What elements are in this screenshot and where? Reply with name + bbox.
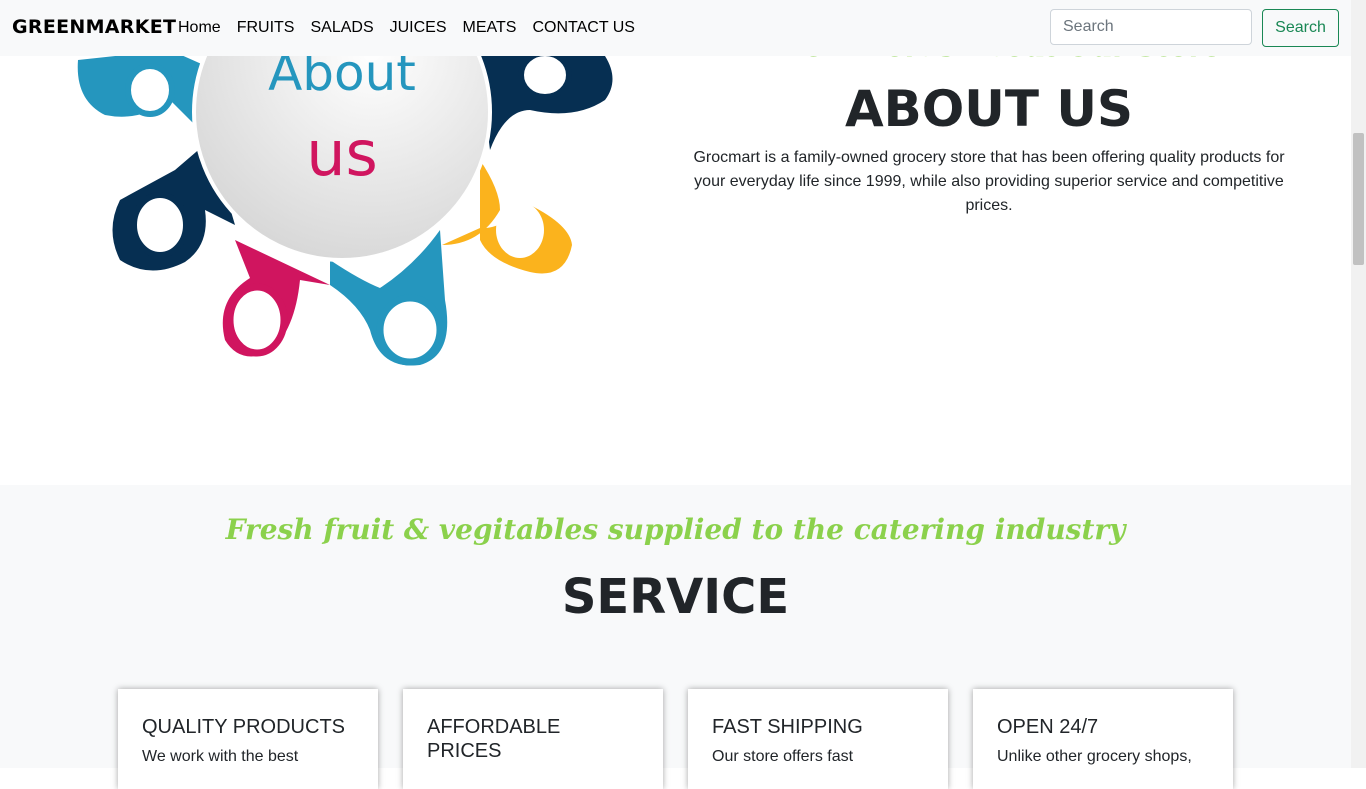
card-title: AFFORDABLE PRICES bbox=[427, 716, 561, 762]
card-text: We work with the best bbox=[142, 748, 299, 765]
search-input[interactable] bbox=[1050, 9, 1252, 45]
brand-logo[interactable]: GREENMARKET bbox=[12, 16, 176, 38]
card-title: FAST SHIPPING bbox=[712, 716, 863, 738]
nav-link-meats[interactable]: MEATS bbox=[455, 19, 525, 37]
nav-link-contact[interactable]: CONTACT US bbox=[524, 19, 643, 37]
service-card-shipping: FAST SHIPPING Our store offers fast bbox=[688, 689, 948, 789]
person-figure-navy-right bbox=[478, 50, 613, 150]
service-card-prices: AFFORDABLE PRICES bbox=[403, 689, 663, 789]
top-navbar: GREENMARKET Home FRUITS SALADS JUICES ME… bbox=[0, 0, 1351, 56]
about-description: Grocmart is a family-owned grocery store… bbox=[693, 149, 1285, 214]
nav-links: Home FRUITS SALADS JUICES MEATS CONTACT … bbox=[170, 0, 643, 56]
circle-text-us: us bbox=[306, 117, 378, 190]
service-card-quality: QUALITY PRODUCTS We work with the best bbox=[118, 689, 378, 789]
nav-link-juices[interactable]: JUICES bbox=[382, 19, 455, 37]
search-button[interactable]: Search bbox=[1262, 9, 1339, 47]
service-subtitle: Fresh fruit & vegitables supplied to the… bbox=[225, 513, 1126, 546]
about-title: ABOUT US bbox=[844, 80, 1134, 138]
card-text: Our store offers fast bbox=[712, 748, 854, 765]
about-us-illustration: About us bbox=[77, 30, 613, 366]
page-scrollbar-track[interactable] bbox=[1351, 0, 1366, 768]
nav-link-fruits[interactable]: FRUITS bbox=[229, 19, 303, 37]
nav-link-salads[interactable]: SALADS bbox=[302, 19, 381, 37]
page-scrollbar-thumb[interactable] bbox=[1353, 133, 1364, 265]
service-section: Fresh fruit & vegitables supplied to the… bbox=[0, 485, 1351, 789]
service-card-open: OPEN 24/7 Unlike other grocery shops, bbox=[973, 689, 1233, 789]
card-text: Unlike other grocery shops, bbox=[997, 748, 1192, 765]
nav-link-home[interactable]: Home bbox=[170, 19, 229, 37]
service-title: SERVICE bbox=[561, 569, 790, 625]
card-title: QUALITY PRODUCTS bbox=[142, 716, 345, 738]
card-title: OPEN 24/7 bbox=[997, 716, 1099, 738]
